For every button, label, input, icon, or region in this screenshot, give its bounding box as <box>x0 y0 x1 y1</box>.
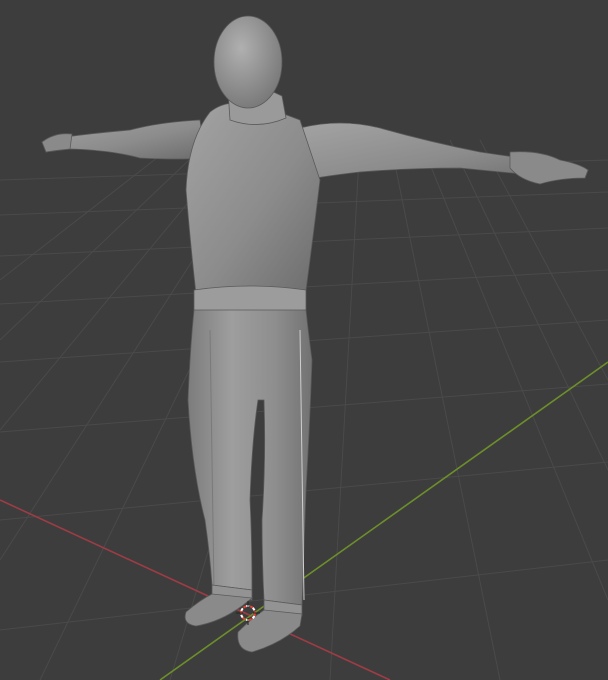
viewport-canvas[interactable] <box>0 0 608 680</box>
x-axis-line <box>0 499 391 680</box>
head <box>213 15 283 109</box>
3d-viewport[interactable] <box>0 0 608 680</box>
